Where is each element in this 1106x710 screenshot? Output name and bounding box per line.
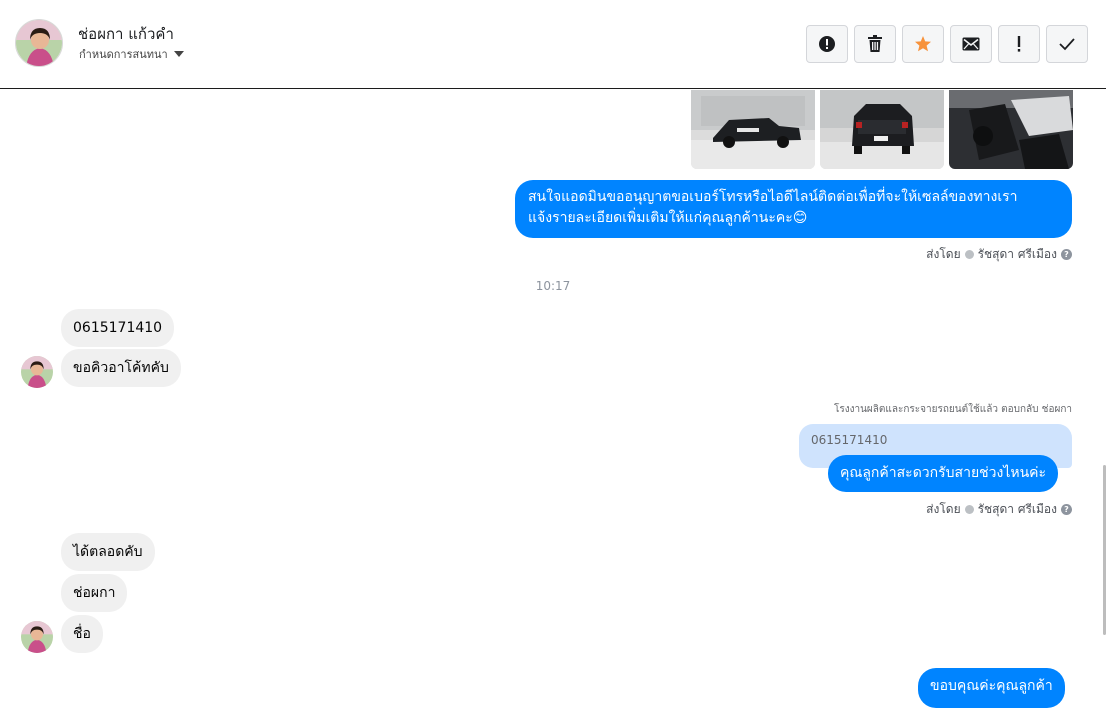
delete-button[interactable] — [854, 25, 896, 63]
sent-by: ส่งโดย รัชสุดา ศรีเมือง ? — [926, 245, 1072, 264]
incoming-message[interactable]: ได้ตลอดคับ — [61, 533, 155, 571]
mark-unread-button[interactable] — [950, 25, 992, 63]
page-icon — [964, 505, 974, 514]
incoming-message[interactable]: ขอคิวอาโค้ทคับ — [61, 349, 181, 387]
page-icon — [964, 250, 974, 259]
sent-by-name[interactable]: รัชสุดา ศรีเมือง — [978, 245, 1057, 264]
sent-by-label: ส่งโดย — [926, 502, 961, 516]
conversation-label-dropdown[interactable]: กำหนดการสนทนา — [79, 45, 184, 63]
message-text-line: แจ้งรายละเอียดเพิ่มเติมให้แก่คุณลูกค้านะ… — [528, 210, 808, 226]
conversation-actions — [806, 25, 1088, 63]
conversation-label: กำหนดการสนทนา — [79, 48, 168, 61]
outgoing-message[interactable]: คุณลูกค้าสะดวกรับสายช่วงไหนค่ะ — [828, 455, 1059, 492]
message-text-line: สนใจแอดมินขออนุญาตขอเบอร์โทรหรือไอดีไลน์… — [528, 189, 1018, 205]
sent-by: ส่งโดย รัชสุดา ศรีเมือง ? — [926, 500, 1072, 519]
done-button[interactable] — [1046, 25, 1088, 63]
incoming-message[interactable]: ชื่อ — [61, 615, 103, 653]
important-button[interactable] — [998, 25, 1040, 63]
message-thread[interactable]: สนใจแอดมินขออนุญาตขอเบอร์โทรหรือไอดีไลน์… — [0, 90, 1106, 710]
message-timestamp: 10:17 — [535, 279, 571, 293]
caret-down-icon — [173, 51, 184, 57]
car-photo[interactable] — [820, 90, 944, 169]
help-icon[interactable]: ? — [1061, 249, 1072, 260]
outgoing-message[interactable]: ขอบคุณค่ะคุณลูกค้า — [918, 668, 1065, 708]
envelope-icon — [962, 37, 980, 51]
star-icon — [915, 36, 931, 52]
conversation-header: ช่อผกา แก้วคำ กำหนดการสนทนา — [0, 0, 1106, 89]
exclamation-icon — [1017, 36, 1021, 52]
outgoing-message[interactable]: สนใจแอดมินขออนุญาตขอเบอร์โทรหรือไอดีไลน์… — [515, 180, 1072, 238]
incoming-message[interactable]: ช่อผกา — [61, 574, 128, 612]
car-photo[interactable] — [691, 90, 815, 169]
trash-icon — [868, 35, 882, 52]
contact-avatar-small — [21, 621, 53, 653]
help-icon[interactable]: ? — [1061, 504, 1072, 515]
incoming-message[interactable]: 0615171410 — [61, 309, 175, 347]
check-icon — [1059, 38, 1075, 51]
sent-by-name[interactable]: รัชสุดา ศรีเมือง — [978, 500, 1057, 519]
star-button[interactable] — [902, 25, 944, 63]
alert-circle-icon — [819, 36, 835, 52]
spam-button[interactable] — [806, 25, 848, 63]
sent-by-label: ส่งโดย — [926, 247, 961, 261]
car-photo[interactable] — [949, 90, 1073, 169]
contact-avatar[interactable] — [15, 19, 63, 67]
contact-name[interactable]: ช่อผกา แก้วคำ — [78, 22, 174, 46]
reply-context: โรงงานผลิตและกระจายรถยนต์ใช้แล้ว ตอบกลับ… — [833, 404, 1072, 415]
photo-attachments — [691, 90, 1073, 169]
contact-avatar-small — [21, 356, 53, 388]
